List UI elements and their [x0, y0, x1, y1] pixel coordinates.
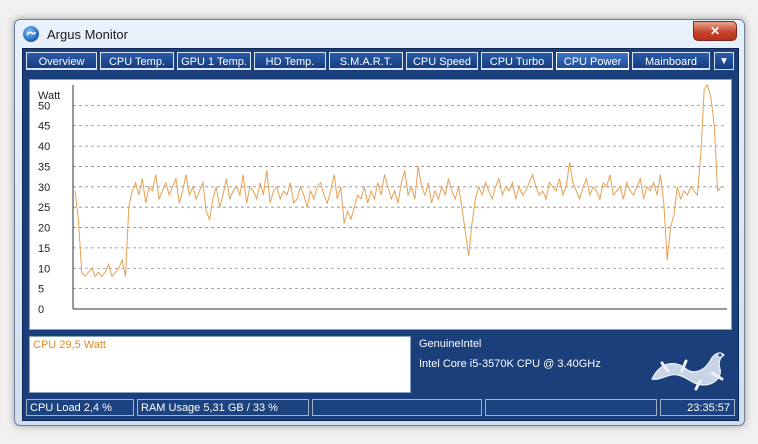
tab-gpu-temp[interactable]: GPU 1 Temp.	[177, 52, 251, 70]
tab-overview[interactable]: Overview	[26, 52, 97, 70]
status-cpu-load: CPU Load 2,4 %	[26, 399, 134, 416]
tab-cpu-temp[interactable]: CPU Temp.	[100, 52, 174, 70]
status-bar: CPU Load 2,4 % RAM Usage 5,31 GB / 33 % …	[26, 399, 735, 416]
y-tick-label: 35	[38, 161, 50, 173]
status-empty-1	[312, 399, 482, 416]
cpu-vendor: GenuineIntel	[419, 338, 482, 350]
tab-bar: Overview CPU Temp. GPU 1 Temp. HD Temp. …	[26, 52, 735, 72]
y-tick-label: 50	[38, 100, 50, 112]
tab-cpu-power[interactable]: CPU Power	[556, 52, 629, 70]
status-clock: 23:35:57	[660, 399, 735, 416]
y-tick-label: 45	[38, 121, 50, 133]
status-empty-2	[485, 399, 657, 416]
y-tick-label: 10	[38, 263, 50, 275]
status-ram-usage: RAM Usage 5,31 GB / 33 %	[137, 399, 309, 416]
reading-box: CPU 29,5 Watt	[29, 336, 411, 393]
tab-cpu-speed[interactable]: CPU Speed	[406, 52, 478, 70]
tab-smart[interactable]: S.M.A.R.T.	[329, 52, 403, 70]
cpu-power-reading: CPU 29,5 Watt	[33, 339, 106, 351]
y-tick-label: 30	[38, 182, 50, 194]
close-button[interactable]: ✕	[693, 21, 737, 41]
argus-logo-icon	[23, 26, 39, 42]
tab-hd-temp[interactable]: HD Temp.	[254, 52, 326, 70]
tab-cpu-turbo[interactable]: CPU Turbo	[481, 52, 553, 70]
tab-mainboard[interactable]: Mainboard	[632, 52, 710, 70]
y-axis-label: Watt	[38, 90, 60, 102]
y-tick-label: 25	[38, 202, 50, 214]
lizard-logo-icon	[651, 352, 726, 391]
client-area: Overview CPU Temp. GPU 1 Temp. HD Temp. …	[22, 48, 739, 421]
app-window: Argus Monitor ✕ Overview CPU Temp. GPU 1…	[14, 19, 745, 426]
y-tick-label: 20	[38, 223, 50, 235]
y-tick-label: 40	[38, 141, 50, 153]
y-tick-label: 15	[38, 243, 50, 255]
y-tick-label: 5	[38, 284, 44, 296]
tab-overflow-dropdown[interactable]: ▼	[714, 52, 734, 70]
power-chart: 0 5 10 15 20 25 30 35 40 45 50 Watt	[29, 79, 732, 330]
window-title: Argus Monitor	[47, 27, 128, 42]
y-tick-label: 0	[38, 304, 44, 316]
title-bar[interactable]: Argus Monitor ✕	[15, 20, 744, 48]
cpu-model: Intel Core i5-3570K CPU @ 3.40GHz	[419, 358, 601, 370]
power-chart-svg: 0 5 10 15 20 25 30 35 40 45 50Watt	[38, 83, 727, 316]
